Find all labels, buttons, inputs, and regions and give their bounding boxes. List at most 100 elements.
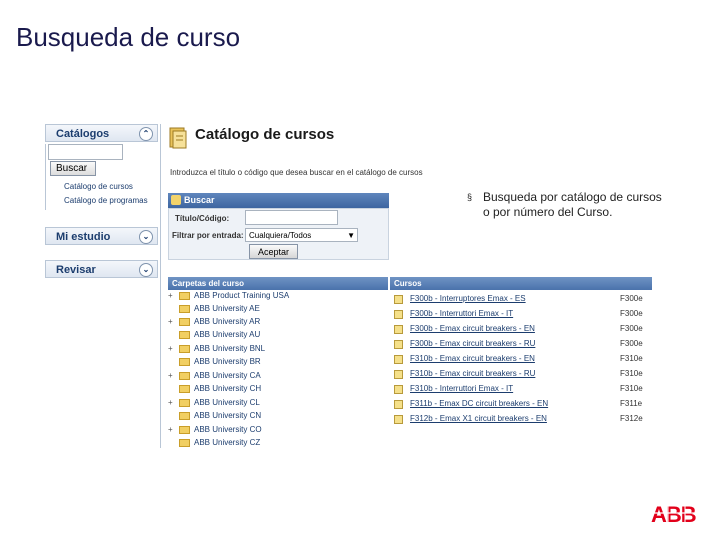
folder-label: ABB University CA xyxy=(194,371,261,380)
folder-row[interactable]: + ABB University CA xyxy=(168,371,261,384)
course-icon xyxy=(394,340,403,349)
course-row[interactable]: F300b - Interruttori Emax - IT F300e xyxy=(390,308,650,321)
course-list: F300b - Interruptores Emax - ES F300e F30… xyxy=(390,290,650,430)
sidebar-review-label: Revisar xyxy=(56,264,96,276)
folder-icon xyxy=(179,344,190,353)
sidebar-review-header[interactable]: Revisar ⌄ xyxy=(45,260,158,278)
expand-icon[interactable]: ⌄ xyxy=(139,263,153,277)
folder-row[interactable]: ABB University BR xyxy=(168,357,261,370)
folder-row[interactable]: ABB University CN xyxy=(168,411,261,424)
course-icon xyxy=(394,370,403,379)
folder-icon xyxy=(179,291,190,300)
sidebar-catalogs-header[interactable]: Catálogos ⌃ xyxy=(45,124,158,142)
search-icon xyxy=(171,195,181,205)
course-code: F311e xyxy=(620,399,643,408)
catalog-title: Catálogo de cursos xyxy=(195,126,335,143)
sidebar-my-studies-header[interactable]: Mi estudio ⌄ xyxy=(45,227,158,245)
folder-label: ABB University CZ xyxy=(194,438,261,447)
search-panel-title: Buscar xyxy=(184,195,215,205)
folders-column-header[interactable]: Carpetas del curso xyxy=(168,277,388,290)
folder-label: ABB University AR xyxy=(194,317,261,326)
course-code: F300e xyxy=(620,294,643,303)
sidebar-catalogs-label: Catálogos xyxy=(56,128,110,140)
course-row[interactable]: F311b - Emax DC circuit breakers - EN F31… xyxy=(390,398,650,411)
folder-label: ABB University CL xyxy=(194,398,260,407)
accept-button[interactable]: Aceptar xyxy=(249,244,298,259)
expand-toggle[interactable]: + xyxy=(168,291,176,300)
expand-toggle[interactable]: + xyxy=(168,398,176,407)
courses-column-header[interactable]: Cursos xyxy=(390,277,652,290)
folder-row[interactable]: + ABB University AR xyxy=(168,317,260,330)
folder-icon xyxy=(179,357,190,366)
course-icon xyxy=(394,310,403,319)
course-code: F310e xyxy=(620,369,643,378)
folder-icon xyxy=(179,317,190,326)
course-icon xyxy=(394,400,403,409)
expand-toggle[interactable]: + xyxy=(168,317,176,326)
folder-row[interactable]: + ABB University CL xyxy=(168,398,260,411)
course-icon xyxy=(394,325,403,334)
course-row[interactable]: F310b - Emax circuit breakers - RU F310e xyxy=(390,368,650,381)
folder-icon xyxy=(179,398,190,407)
search-panel-header: Buscar xyxy=(168,193,389,208)
course-code: F300e xyxy=(620,339,643,348)
folder-row[interactable]: ABB University CZ xyxy=(168,438,260,448)
folder-row[interactable]: + ABB Product Training USA xyxy=(168,291,289,304)
folder-label: ABB University BR xyxy=(194,357,261,366)
filter-select-value: Cualquiera/Todos xyxy=(249,231,312,240)
folder-row[interactable]: + ABB University BNL xyxy=(168,344,265,357)
sidebar-link-course-catalog[interactable]: Catálogo de cursos xyxy=(64,182,133,191)
course-name-link[interactable]: F310b - Emax circuit breakers - RU xyxy=(410,369,535,378)
course-row[interactable]: F300b - Emax circuit breakers - RU F300e xyxy=(390,338,650,351)
collapse-icon[interactable]: ⌃ xyxy=(139,127,153,141)
expand-icon[interactable]: ⌄ xyxy=(139,230,153,244)
course-row[interactable]: F312b - Emax X1 circuit breakers - EN F31… xyxy=(390,413,650,426)
course-row[interactable]: F310b - Emax circuit breakers - EN F310e xyxy=(390,353,650,366)
folder-icon xyxy=(179,438,190,447)
folder-row[interactable]: ABB University AU xyxy=(168,330,260,343)
folder-label: ABB University CH xyxy=(194,384,262,393)
folder-icon xyxy=(179,411,190,420)
expand-toggle[interactable]: + xyxy=(168,344,176,353)
course-row[interactable]: F310b - Interruttori Emax - IT F310e xyxy=(390,383,650,396)
sidebar-my-studies-label: Mi estudio xyxy=(56,231,111,243)
folder-row[interactable]: ABB University CH xyxy=(168,384,261,397)
folder-label: ABB Product Training USA xyxy=(194,291,290,300)
folder-label: ABB University CO xyxy=(194,425,262,434)
folder-icon xyxy=(179,304,190,313)
folder-icon xyxy=(179,371,190,380)
folder-icon xyxy=(179,330,190,339)
course-name-link[interactable]: F312b - Emax X1 circuit breakers - EN xyxy=(410,414,547,423)
course-icon xyxy=(394,385,403,394)
folder-row[interactable]: ABB University AE xyxy=(168,304,260,317)
search-instructions: Introduzca el título o código que desea … xyxy=(170,168,423,177)
folder-row[interactable]: + ABB University CO xyxy=(168,425,262,438)
folder-icon xyxy=(179,384,190,393)
course-name-link[interactable]: F300b - Emax circuit breakers - RU xyxy=(410,339,535,348)
catalog-book-icon xyxy=(169,127,187,149)
expand-toggle[interactable]: + xyxy=(168,425,176,434)
sidebar-search-button[interactable]: Buscar xyxy=(50,161,96,176)
sidebar-search-input[interactable] xyxy=(48,144,123,160)
course-name-link[interactable]: F300b - Interruptores Emax - ES xyxy=(410,294,526,303)
course-name-link[interactable]: F311b - Emax DC circuit breakers - EN xyxy=(410,399,548,408)
sidebar-link-program-catalog[interactable]: Catálogo de programas xyxy=(64,196,148,205)
course-code: F300e xyxy=(620,324,643,333)
folder-label: ABB University AU xyxy=(194,330,261,339)
folder-label: ABB University CN xyxy=(194,411,262,420)
course-name-link[interactable]: F300b - Emax circuit breakers - EN xyxy=(410,324,535,333)
course-name-link[interactable]: F310b - Emax circuit breakers - EN xyxy=(410,354,535,363)
folder-icon xyxy=(179,425,190,434)
course-row[interactable]: F300b - Emax circuit breakers - EN F300e xyxy=(390,323,650,336)
note-text: Busqueda por catálogo de cursos o por nú… xyxy=(483,190,662,219)
course-name-link[interactable]: F300b - Interruttori Emax - IT xyxy=(410,309,513,318)
course-code: F312e xyxy=(620,414,643,423)
filter-select[interactable]: Cualquiera/Todos ▼ xyxy=(245,228,358,242)
course-name-link[interactable]: F310b - Interruttori Emax - IT xyxy=(410,384,513,393)
expand-toggle[interactable]: + xyxy=(168,371,176,380)
course-row[interactable]: F300b - Interruptores Emax - ES F300e xyxy=(390,293,650,306)
title-code-input[interactable] xyxy=(245,210,338,225)
bullet-icon: § xyxy=(467,192,473,202)
course-icon xyxy=(394,355,403,364)
course-code: F300e xyxy=(620,309,643,318)
